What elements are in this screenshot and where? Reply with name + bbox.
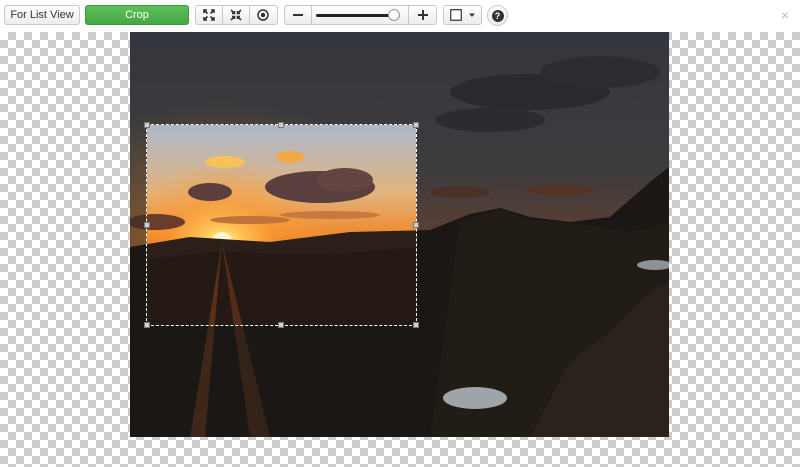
target-icon — [257, 9, 270, 21]
crop-handle-right[interactable] — [413, 222, 419, 228]
aspect-ratio-dropdown[interactable] — [443, 5, 482, 25]
crop-handle-bottom-right[interactable] — [413, 322, 419, 328]
compress-arrows-icon — [230, 9, 242, 21]
crop-selection[interactable] — [146, 124, 417, 326]
zoom-slider[interactable] — [312, 6, 409, 24]
crop-handle-bottom[interactable] — [278, 322, 284, 328]
square-icon — [449, 9, 462, 21]
view-button-group — [195, 5, 278, 25]
zoom-control-group — [284, 5, 437, 25]
crop-handle-top-left[interactable] — [144, 122, 150, 128]
close-icon[interactable]: × — [778, 8, 792, 22]
plus-icon — [417, 10, 428, 20]
center-button[interactable] — [250, 6, 277, 24]
zoom-in-button[interactable] — [409, 6, 436, 24]
minus-icon — [293, 14, 303, 16]
crop-handle-top[interactable] — [278, 122, 284, 128]
help-button[interactable]: ? — [487, 5, 508, 26]
fit-button[interactable] — [196, 6, 223, 24]
for-list-view-label: For List View — [10, 9, 74, 21]
crop-button[interactable]: Crop — [85, 5, 189, 25]
shrink-button[interactable] — [223, 6, 250, 24]
question-glyph: ? — [494, 10, 501, 21]
close-glyph: × — [780, 7, 790, 23]
for-list-view-button[interactable]: For List View — [4, 5, 80, 25]
expand-arrows-icon — [203, 9, 215, 21]
zoom-out-button[interactable] — [285, 6, 312, 24]
zoom-slider-handle[interactable] — [388, 9, 401, 21]
crop-handle-top-right[interactable] — [413, 122, 419, 128]
aspect-ratio-toggle[interactable] — [444, 6, 481, 24]
crop-label: Crop — [125, 9, 149, 21]
crop-handle-bottom-left[interactable] — [144, 322, 150, 328]
question-icon: ? — [491, 9, 504, 22]
caret-down-icon — [468, 13, 475, 17]
crop-handle-left[interactable] — [144, 222, 150, 228]
toolbar: For List View Crop ? × — [0, 0, 800, 32]
